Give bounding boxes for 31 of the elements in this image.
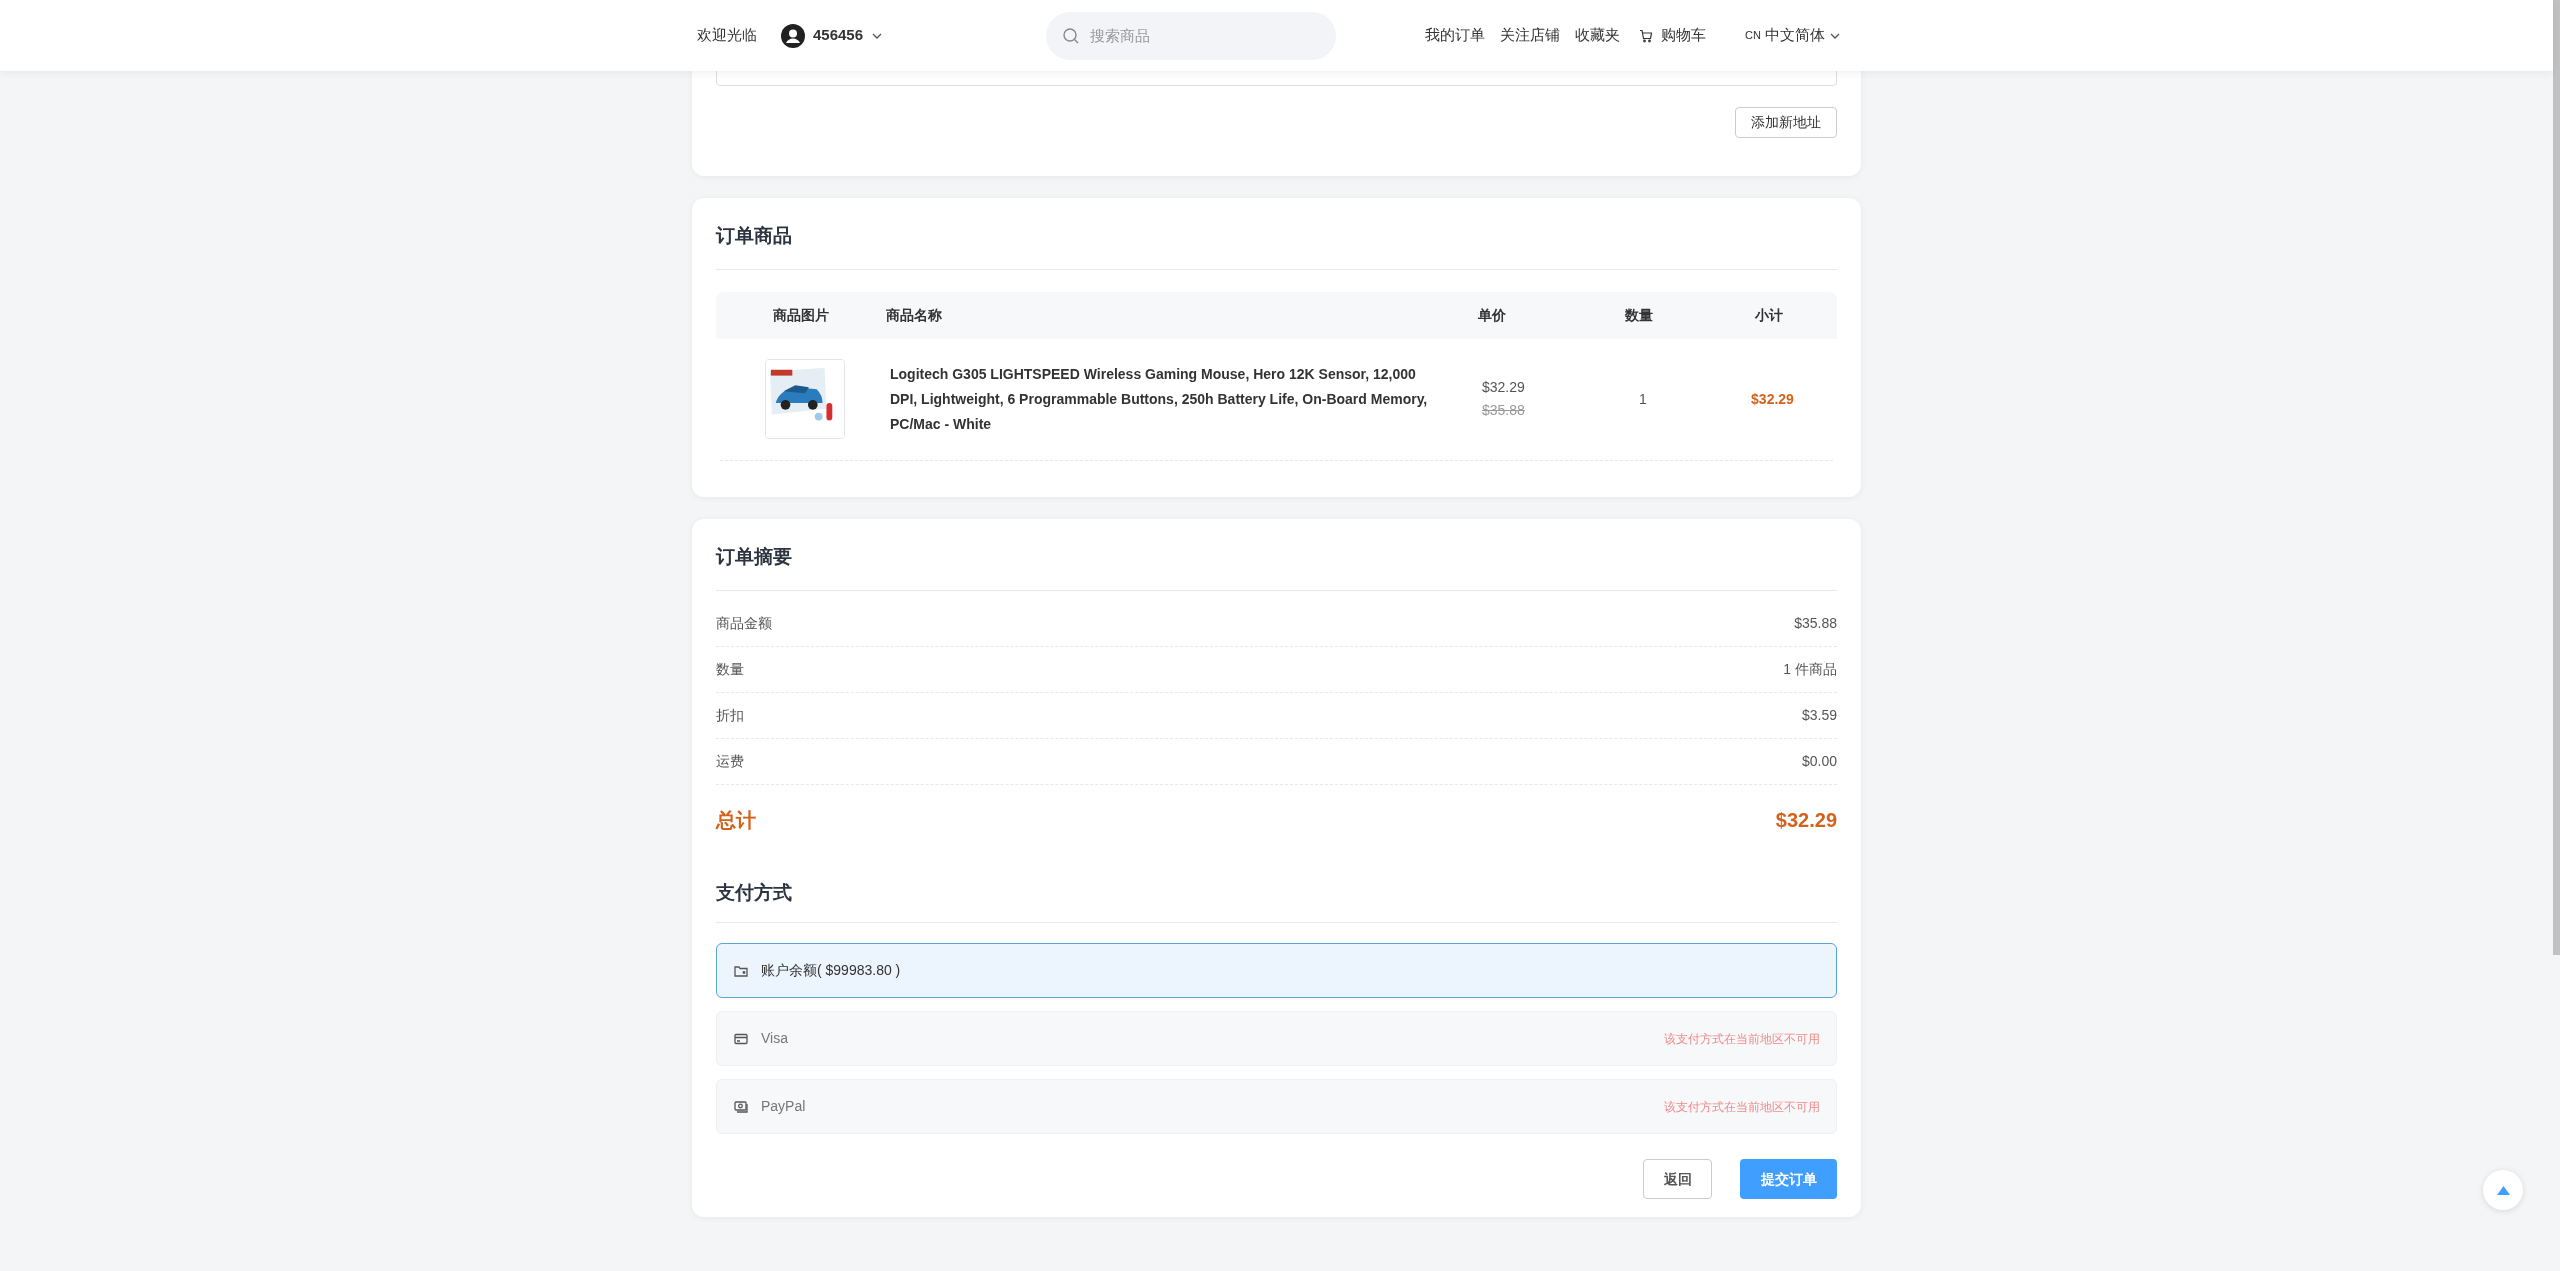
unit-price: $32.29 bbox=[1482, 378, 1526, 397]
column-header: 数量 bbox=[1624, 305, 1654, 325]
summary-value: 1 件商品 bbox=[1783, 659, 1837, 679]
summary-label: 商品金额 bbox=[716, 613, 772, 633]
column-header: 小计 bbox=[1753, 305, 1784, 325]
unavailable-notice: 该支付方式在当前地区不可用 bbox=[1664, 1030, 1820, 1048]
welcome-text: 欢迎光临 bbox=[697, 25, 757, 46]
quantity-text: 1 bbox=[1638, 389, 1648, 409]
summary-label: 数量 bbox=[716, 659, 744, 679]
summary-value: $35.88 bbox=[1794, 613, 1837, 633]
column-header: 单价 bbox=[1478, 305, 1507, 325]
subtotal-text: $32.29 bbox=[1750, 389, 1795, 409]
column-header: 商品图片 bbox=[772, 305, 830, 325]
unavailable-notice: 该支付方式在当前地区不可用 bbox=[1664, 1098, 1820, 1116]
summary-label: 运费 bbox=[716, 751, 744, 771]
column-header: 商品名称 bbox=[886, 305, 943, 325]
original-price: $35.88 bbox=[1482, 401, 1526, 420]
section-title: 订单商品 bbox=[716, 222, 1837, 270]
payment-label: Visa bbox=[761, 1029, 788, 1048]
total-value: $32.29 bbox=[1775, 807, 1837, 833]
language-label: 中文简体 bbox=[1765, 25, 1825, 46]
summary-value: $0.00 bbox=[1801, 751, 1837, 771]
total-label: 总计 bbox=[716, 807, 756, 833]
section-title: 订单摘要 bbox=[716, 543, 1837, 591]
language-code: CN bbox=[1745, 28, 1761, 44]
summary-label: 折扣 bbox=[716, 705, 744, 725]
summary-value: $3.59 bbox=[1801, 705, 1837, 725]
payment-label: PayPal bbox=[761, 1097, 806, 1116]
section-title: 支付方式 bbox=[716, 878, 1837, 923]
payment-label: 账户余额( $99983.80 ) bbox=[761, 961, 901, 980]
product-name: Logitech G305 LIGHTSPEED Wireless Gaming Mouse, Hero 12K Sensor, 12,000 DPI, Lightweight, 6 Programmable Buttons, 250h Battery Life, On-Board Memory, PC/Mac - White bbox=[890, 364, 1429, 434]
